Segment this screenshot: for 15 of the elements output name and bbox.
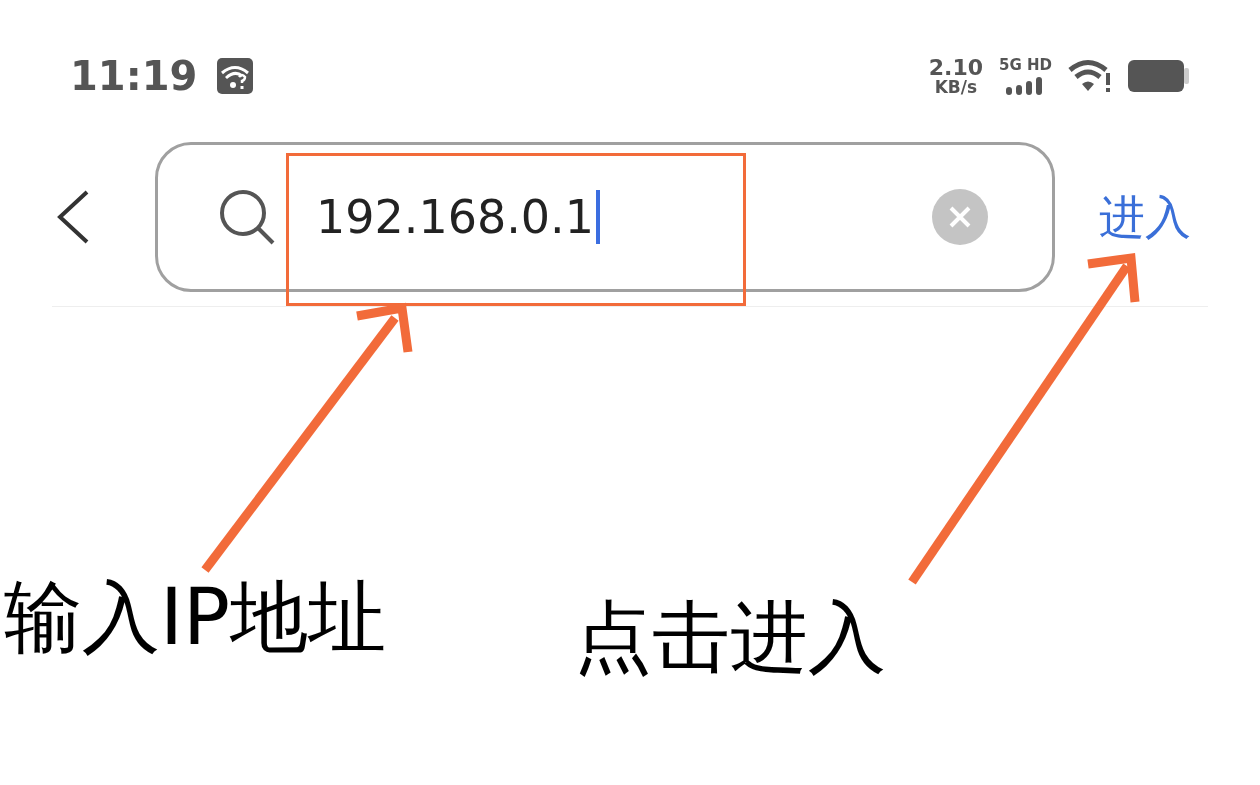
network-speed-value: 2.10: [928, 56, 983, 79]
wifi-alert-icon: [1068, 59, 1112, 93]
search-field[interactable]: 192.168.0.1: [155, 142, 1055, 292]
annotation-label: 输入IP地址: [4, 578, 387, 656]
search-icon: [218, 188, 276, 246]
network-type: 5G HD: [999, 57, 1052, 73]
battery-icon: [1128, 60, 1190, 92]
network-speed-unit: KB/s: [934, 78, 978, 96]
search-input-text: 192.168.0.1: [316, 194, 594, 240]
close-icon: [949, 206, 971, 228]
enter-button[interactable]: 进入: [1099, 194, 1191, 240]
clock-time: 11:19: [70, 56, 198, 96]
back-icon: [55, 189, 91, 245]
annotation-label: 点击进入: [574, 598, 886, 676]
wifi-question-icon: [217, 58, 254, 94]
